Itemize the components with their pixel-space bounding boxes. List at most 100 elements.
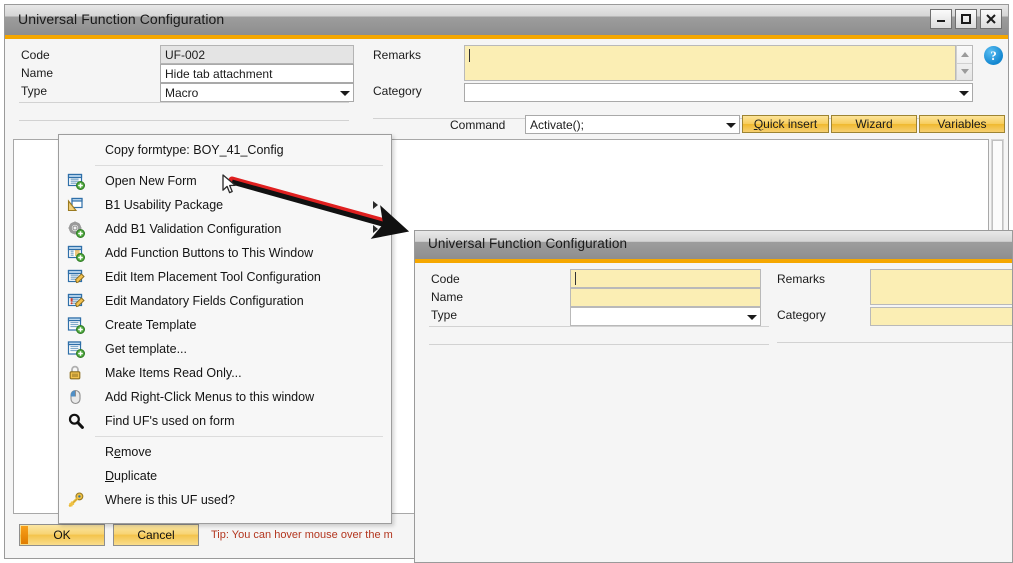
chevron-down-icon [726,122,736,128]
menu-item-label: Make Items Read Only... [105,366,242,380]
chevron-down-icon [747,314,757,320]
menu-item[interactable]: Copy formtype: BOY_41_Config [59,138,391,162]
ok-button[interactable]: OK [19,524,105,546]
spinner-up[interactable] [957,46,972,63]
validation-gear-icon [59,217,93,241]
menu-item[interactable]: Create Template [59,313,391,337]
field-divider [429,344,769,345]
menu-item[interactable]: Duplicate [59,464,391,488]
magnifier-icon [59,409,93,433]
quick-insert-label: Quick insert [753,117,818,131]
minimize-icon [937,20,945,22]
category-combo[interactable] [464,83,973,102]
menu-item[interactable]: B1 Usability Package [59,193,391,217]
menu-item-label: Find UF's used on form [105,414,235,428]
menu-item[interactable]: Add Function Buttons to This Window [59,241,391,265]
name-label: Name [431,290,464,304]
lock-icon [59,361,93,385]
menu-item[interactable]: Add B1 Validation Configuration [59,217,391,241]
code-field[interactable]: UF-002 [160,45,354,64]
mouse-cursor [222,174,236,194]
type-label: Type [21,84,48,98]
command-combo[interactable]: Activate(); [525,115,740,134]
back-window-titlebar[interactable]: Universal Function Configuration [5,5,1008,35]
remarks-label: Remarks [777,272,826,286]
remarks-field[interactable] [870,269,1012,305]
mouse-icon [59,385,93,409]
close-button[interactable] [980,9,1002,29]
triangle-down-icon [960,69,969,75]
field-divider [777,342,1012,343]
menu-item-label: Get template... [105,342,187,356]
menu-item-label: Create Template [105,318,197,332]
menu-item[interactable]: Add Right-Click Menus to this window [59,385,391,409]
field-divider [429,326,769,327]
menu-item-label: Duplicate [105,469,158,483]
text-caret [469,49,470,62]
menu-item-label: Open New Form [105,174,197,188]
code-field[interactable] [570,269,761,288]
remarks-spinner[interactable] [956,45,973,81]
menu-item[interactable]: Where is this UF used? [59,488,391,512]
variables-label: Variables [937,117,987,131]
name-field[interactable] [570,288,761,307]
window-controls [930,9,1002,29]
new-universal-function-configuration-window: Universal Function Configuration Code Na… [414,230,1013,563]
menu-item-label: Remove [105,445,152,459]
ok-label: OK [53,528,71,542]
front-window-title: Universal Function Configuration [428,236,628,251]
code-label: Code [431,272,460,286]
category-label: Category [373,84,422,98]
category-field[interactable] [870,307,1012,326]
no-icon [59,138,93,162]
submenu-arrow-icon [373,225,378,233]
get-template-icon [59,337,93,361]
command-combo-value: Activate(); [530,118,585,132]
menu-item[interactable]: Make Items Read Only... [59,361,391,385]
type-combo[interactable] [570,307,761,326]
menu-item[interactable]: Remove [59,440,391,464]
text-caret [575,272,576,285]
menu-item-label: Edit Mandatory Fields Configuration [105,294,304,308]
menu-item[interactable]: Edit Mandatory Fields Configuration [59,289,391,313]
variables-button[interactable]: Variables [919,115,1005,133]
remarks-label: Remarks [373,48,422,62]
mandatory-fields-icon [59,289,93,313]
remarks-field[interactable] [464,45,956,81]
function-buttons-icon [59,241,93,265]
no-icon [59,440,93,464]
new-form-icon [59,169,93,193]
spinner-down[interactable] [957,62,972,81]
type-combo-value: Macro [165,86,199,100]
focus-indicator [21,526,28,544]
menu-item-label: Add Right-Click Menus to this window [105,390,315,404]
type-label: Type [431,308,458,322]
menu-separator [95,165,383,166]
help-icon[interactable]: ? [984,46,1003,65]
cancel-button[interactable]: Cancel [113,524,199,546]
usability-package-icon [59,193,93,217]
maximize-button[interactable] [955,9,977,29]
wizard-button[interactable]: Wizard [831,115,917,133]
menu-item-label: Where is this UF used? [105,493,235,507]
menu-item-label: B1 Usability Package [105,198,224,212]
menu-separator [95,436,383,437]
name-field[interactable]: Hide tab attachment [160,64,354,83]
key-icon [59,488,93,512]
edit-placement-icon [59,265,93,289]
menu-item[interactable]: Get template... [59,337,391,361]
menu-item[interactable]: Find UF's used on form [59,409,391,433]
type-combo[interactable]: Macro [160,83,354,102]
front-window-titlebar[interactable]: Universal Function Configuration [415,231,1012,259]
menu-item[interactable]: Edit Item Placement Tool Configuration [59,265,391,289]
quick-insert-button[interactable]: Quick insert [742,115,829,133]
menu-item-label: Add B1 Validation Configuration [105,222,282,236]
minimize-button[interactable] [930,9,952,29]
triangle-up-icon [960,51,969,57]
front-window-form-area: Code Name Type Remarks Category [415,263,1012,353]
cancel-label: Cancel [137,528,175,542]
close-icon [986,14,996,24]
create-template-icon [59,313,93,337]
chevron-down-icon [340,90,350,96]
back-window-title: Universal Function Configuration [18,11,225,27]
